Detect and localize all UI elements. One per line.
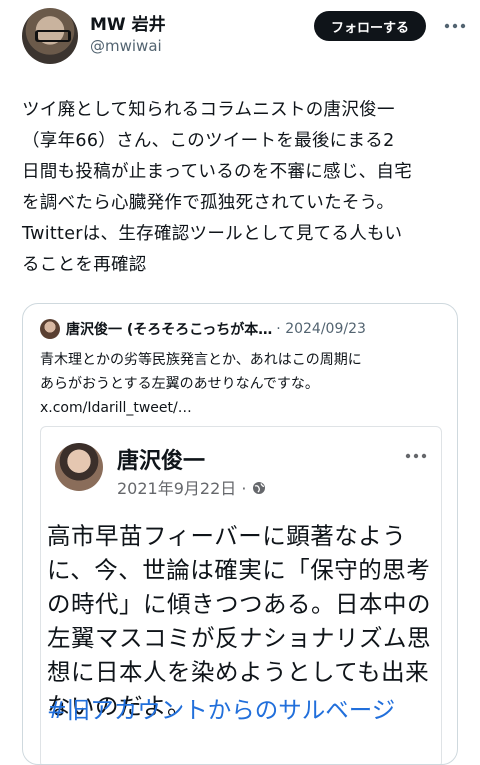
quoted-line: 青木理とかの劣等民族発言とか、あれはこの周期に: [40, 352, 362, 368]
embedded-ellipsis-icon: [405, 443, 427, 464]
quoted-line: あらがおうとする左翼のあせりなんですな。: [40, 376, 319, 392]
embedded-date-text: 2021年9月22日 ·: [117, 479, 247, 498]
tweet-text: ツイ廃として知られるコラムニストの唐沢俊一 （享年66）さん、このツイートを最後…: [22, 95, 462, 281]
quoted-date[interactable]: · 2024/09/23: [276, 321, 366, 337]
tweet-line: Twitterは、生存確認ツールとして見てる人もい: [22, 224, 403, 244]
avatar[interactable]: [22, 8, 78, 64]
quoted-tweet-text: 青木理とかの劣等民族発言とか、あれはこの周期に あらがおうとする左翼のあせりなん…: [40, 348, 444, 420]
embedded-post-screenshot: 唐沢俊一 2021年9月22日 · 高市早苗フィーバーに顕著なよう に、今、世論…: [40, 426, 442, 764]
quoted-avatar[interactable]: [40, 319, 60, 339]
embedded-line: 左翼マスコミが反ナショナリズム思: [47, 624, 431, 652]
tweet-line: ツイ廃として知られるコラムニストの唐沢俊一: [22, 100, 395, 120]
embedded-author-name: 唐沢俊一: [117, 449, 206, 474]
embedded-date: 2021年9月22日 ·: [117, 475, 266, 499]
quoted-link[interactable]: x.com/Idarill_tweet/…: [40, 396, 444, 420]
quoted-author-name[interactable]: 唐沢俊一 (そろそろこっちが本…: [66, 319, 272, 339]
author-name[interactable]: MW 岩井: [90, 10, 166, 35]
tweet-header: MW 岩井 @mwiwai フォローする: [0, 0, 480, 80]
embedded-line: 高市早苗フィーバーに顕著なよう: [47, 522, 407, 550]
quoted-tweet-header: 唐沢俊一 (そろそろこっちが本… · 2024/09/23: [40, 318, 450, 340]
embedded-line: の時代」に傾きつつある。日本中の: [47, 590, 431, 618]
tweet-line: ることを再確認: [22, 255, 147, 275]
tweet-line: を調べたら心臓発作で孤独死されていたそう。: [22, 193, 395, 213]
follow-button[interactable]: フォローする: [314, 11, 426, 41]
tweet-line: （享年66）さん、このツイートを最後にまる2: [22, 131, 395, 151]
globe-icon: [252, 480, 266, 494]
avatar-glasses: [35, 30, 71, 42]
embedded-line: 想に日本人を染めようとしても出来: [47, 658, 430, 686]
author-handle[interactable]: @mwiwai: [90, 37, 162, 55]
embedded-avatar: [55, 443, 103, 491]
ellipsis-icon[interactable]: [440, 14, 470, 38]
embedded-line: に、今、世論は確実に「保守的思考: [47, 556, 431, 584]
tweet-line: 日間も投稿が止まっているのを不審に感じ、自宅: [22, 162, 413, 182]
quoted-tweet-card[interactable]: 唐沢俊一 (そろそろこっちが本… · 2024/09/23 青木理とかの劣等民族…: [22, 303, 458, 765]
embedded-hashtag: #旧アカウントからのサルベージ: [47, 696, 396, 724]
